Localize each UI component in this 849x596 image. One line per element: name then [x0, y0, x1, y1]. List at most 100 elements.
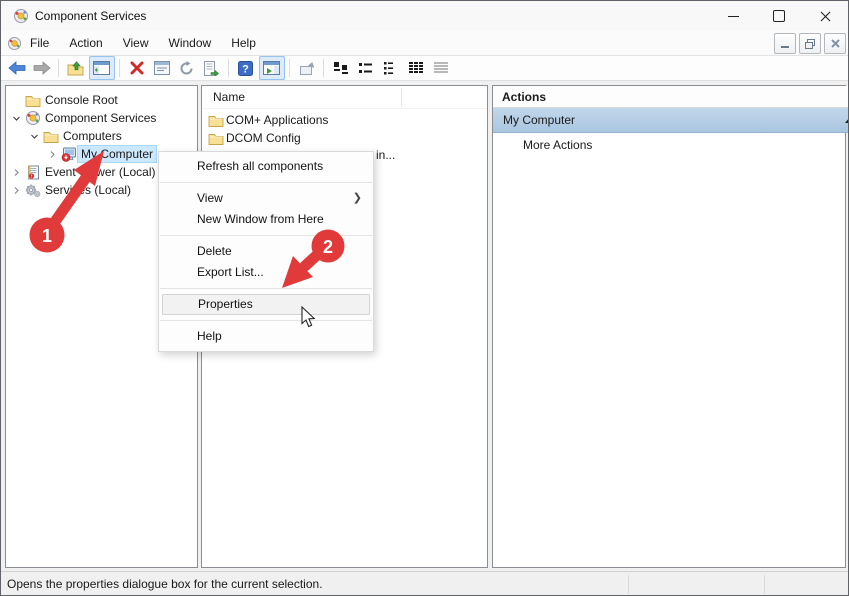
collapse-icon[interactable] [845, 117, 849, 123]
actions-pane: Actions My Computer More Actions [492, 85, 846, 568]
tree-item-component-services[interactable]: Component Services [8, 109, 159, 127]
back-icon [8, 61, 26, 75]
menu-window[interactable]: Window [159, 33, 222, 53]
properties-button[interactable] [150, 57, 174, 79]
forward-button[interactable] [30, 57, 54, 79]
chevron-right-icon[interactable] [8, 168, 24, 177]
child-restore-button[interactable] [799, 33, 821, 54]
minimize-button[interactable] [710, 1, 756, 31]
menu-bar: File Action View Window Help [1, 31, 848, 56]
actions-pane-title: Actions [493, 86, 849, 108]
new-taskpad-icon [299, 61, 314, 76]
list-view-icon [383, 61, 399, 75]
component-services-window: Component Services File Action View Wind… [0, 0, 849, 596]
content-area: Console Root Component Services Computer… [1, 81, 848, 571]
small-icons-view-icon [358, 61, 374, 75]
svg-text:?: ? [242, 63, 249, 75]
app-icon [13, 8, 29, 24]
chevron-down-icon[interactable] [26, 132, 42, 141]
details-view-button[interactable] [404, 57, 428, 79]
toolbar: ? [1, 56, 848, 81]
snapin-icon [7, 36, 22, 51]
context-menu-item-refresh[interactable]: Refresh all components [159, 156, 373, 177]
chevron-down-icon[interactable] [8, 114, 24, 123]
list-item-dcom-config[interactable]: DCOM Config [206, 129, 301, 147]
customize-view-button[interactable] [429, 57, 453, 79]
status-text: Opens the properties dialogue box for th… [1, 577, 323, 591]
more-actions-item[interactable]: More Actions [493, 133, 849, 157]
export-list-icon [204, 61, 219, 76]
properties-icon [154, 61, 170, 75]
child-restore-icon [805, 39, 815, 49]
window-title: Component Services [35, 9, 146, 23]
help-icon: ? [238, 61, 253, 76]
context-menu-item-properties[interactable]: Properties [162, 294, 370, 315]
refresh-button[interactable] [175, 57, 199, 79]
context-menu-item-view[interactable]: View ❯ [159, 188, 373, 209]
menu-file[interactable]: File [22, 33, 59, 53]
chevron-right-icon[interactable] [44, 150, 60, 159]
forward-icon [33, 61, 51, 75]
menu-view[interactable]: View [113, 33, 159, 53]
show-console-tree-button[interactable] [89, 56, 115, 80]
menu-help[interactable]: Help [221, 33, 266, 53]
status-separator [628, 575, 629, 594]
tree-item-event-viewer[interactable]: Event Viewer (Local) [8, 163, 159, 181]
my-computer-icon [60, 147, 78, 162]
list-header-row: Name [202, 86, 487, 109]
tree-item-my-computer[interactable]: My Computer [44, 145, 156, 163]
tree-item-services[interactable]: Services (Local) [8, 181, 134, 199]
menu-separator [160, 182, 372, 183]
back-button[interactable] [5, 57, 29, 79]
folder-icon [42, 130, 60, 143]
show-action-pane-icon [263, 61, 280, 75]
help-button[interactable]: ? [234, 57, 258, 79]
close-button[interactable] [802, 1, 848, 31]
delete-icon [130, 61, 144, 75]
child-minimize-button[interactable] [774, 33, 796, 54]
folder-icon [206, 114, 226, 127]
new-taskpad-button[interactable] [295, 57, 319, 79]
tree-item-computers[interactable]: Computers [26, 127, 125, 145]
child-close-button[interactable] [824, 33, 846, 54]
close-icon [820, 11, 831, 22]
export-list-button[interactable] [200, 57, 224, 79]
up-folder-icon [67, 61, 84, 76]
customize-view-icon [433, 61, 449, 75]
services-icon [24, 183, 42, 198]
large-icons-view-icon [333, 61, 349, 75]
event-viewer-icon [24, 165, 42, 180]
context-menu-item-delete[interactable]: Delete [159, 241, 373, 262]
tree-item-console-root[interactable]: Console Root [8, 91, 121, 109]
actions-group-my-computer[interactable]: My Computer [493, 108, 849, 133]
column-separator[interactable] [401, 88, 402, 106]
status-separator [764, 575, 765, 594]
list-item-com-applications[interactable]: COM+ Applications [206, 111, 328, 129]
folder-icon [24, 94, 42, 107]
menu-action[interactable]: Action [59, 33, 112, 53]
chevron-right-icon[interactable] [8, 186, 24, 195]
status-bar: Opens the properties dialogue box for th… [1, 571, 848, 596]
refresh-icon [179, 61, 194, 76]
minimize-icon [728, 16, 739, 17]
maximize-icon [773, 10, 785, 22]
show-action-pane-button[interactable] [259, 56, 285, 80]
context-menu: Refresh all components View ❯ New Window… [158, 151, 374, 352]
small-icons-view-button[interactable] [354, 57, 378, 79]
child-close-icon [831, 39, 840, 48]
list-view-button[interactable] [379, 57, 403, 79]
submenu-arrow-icon: ❯ [353, 188, 362, 209]
delete-button[interactable] [125, 57, 149, 79]
menu-separator [160, 320, 372, 321]
column-header-name[interactable]: Name [213, 90, 245, 104]
title-bar: Component Services [1, 1, 848, 31]
details-view-icon [408, 61, 424, 75]
com-services-icon [24, 110, 42, 126]
context-menu-item-help[interactable]: Help [159, 326, 373, 347]
large-icons-view-button[interactable] [329, 57, 353, 79]
up-one-level-button[interactable] [64, 57, 88, 79]
context-menu-item-new-window[interactable]: New Window from Here [159, 209, 373, 230]
folder-icon [206, 132, 226, 145]
context-menu-item-export-list[interactable]: Export List... [159, 262, 373, 283]
maximize-button[interactable] [756, 1, 802, 31]
